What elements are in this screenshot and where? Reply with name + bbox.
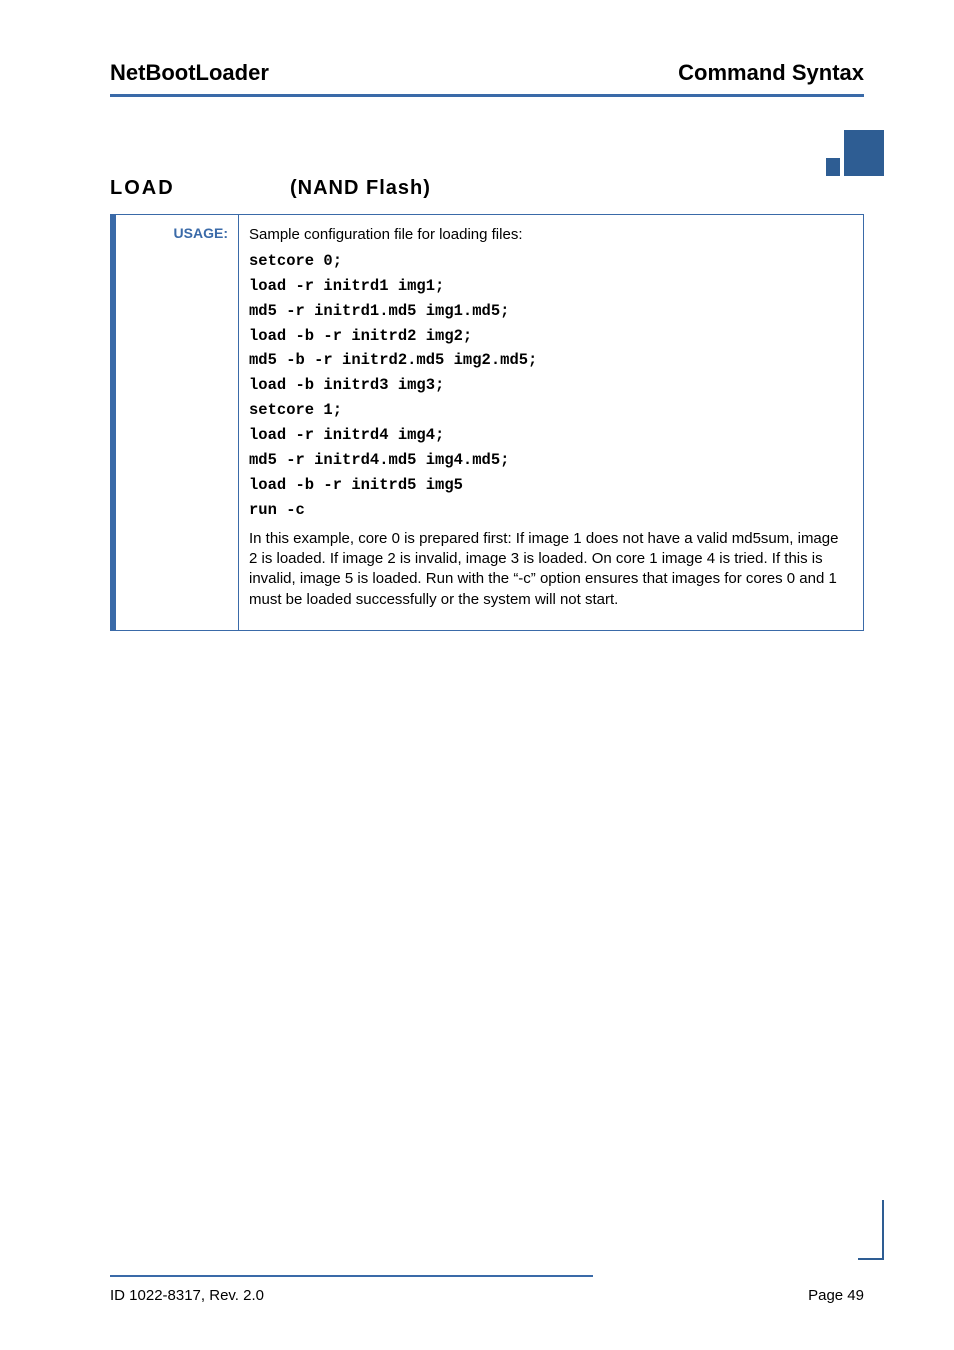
usage-label: USAGE: — [174, 225, 228, 241]
usage-intro: Sample configuration file for loading fi… — [249, 225, 849, 245]
code-line: load -r initrd4 img4; — [249, 425, 849, 446]
side-tick-icon — [882, 1200, 884, 1260]
page-header: NetBootLoader Command Syntax — [110, 60, 864, 86]
code-line: setcore 1; — [249, 400, 849, 421]
usage-explain: In this example, core 0 is prepared firs… — [249, 529, 849, 610]
command-name: LOAD — [110, 177, 290, 200]
code-line: load -b -r initrd2 img2; — [249, 326, 849, 347]
usage-label-col: USAGE: — [110, 215, 238, 630]
footer-rule — [110, 1275, 593, 1277]
section-title: LOAD (NAND Flash) — [110, 177, 864, 200]
code-line: load -b -r initrd5 img5 — [249, 475, 849, 496]
footer-right: Page 49 — [808, 1287, 864, 1304]
command-subtitle: (NAND Flash) — [290, 177, 431, 200]
code-line: load -b initrd3 img3; — [249, 375, 849, 396]
code-line: load -r initrd1 img1; — [249, 276, 849, 297]
usage-table: USAGE: Sample configuration file for loa… — [110, 214, 864, 631]
code-line: md5 -r initrd4.md5 img4.md5; — [249, 450, 849, 471]
corner-decor-icon — [826, 130, 884, 176]
code-line: md5 -r initrd1.md5 img1.md5; — [249, 301, 849, 322]
page-footer: ID 1022-8317, Rev. 2.0 Page 49 — [110, 1275, 864, 1304]
code-line: setcore 0; — [249, 251, 849, 272]
code-line: run -c — [249, 500, 849, 521]
footer-left: ID 1022-8317, Rev. 2.0 — [110, 1287, 264, 1304]
header-right: Command Syntax — [678, 60, 864, 86]
header-rule — [110, 94, 864, 97]
header-left: NetBootLoader — [110, 60, 269, 86]
code-line: md5 -b -r initrd2.md5 img2.md5; — [249, 350, 849, 371]
usage-content: Sample configuration file for loading fi… — [238, 215, 863, 630]
